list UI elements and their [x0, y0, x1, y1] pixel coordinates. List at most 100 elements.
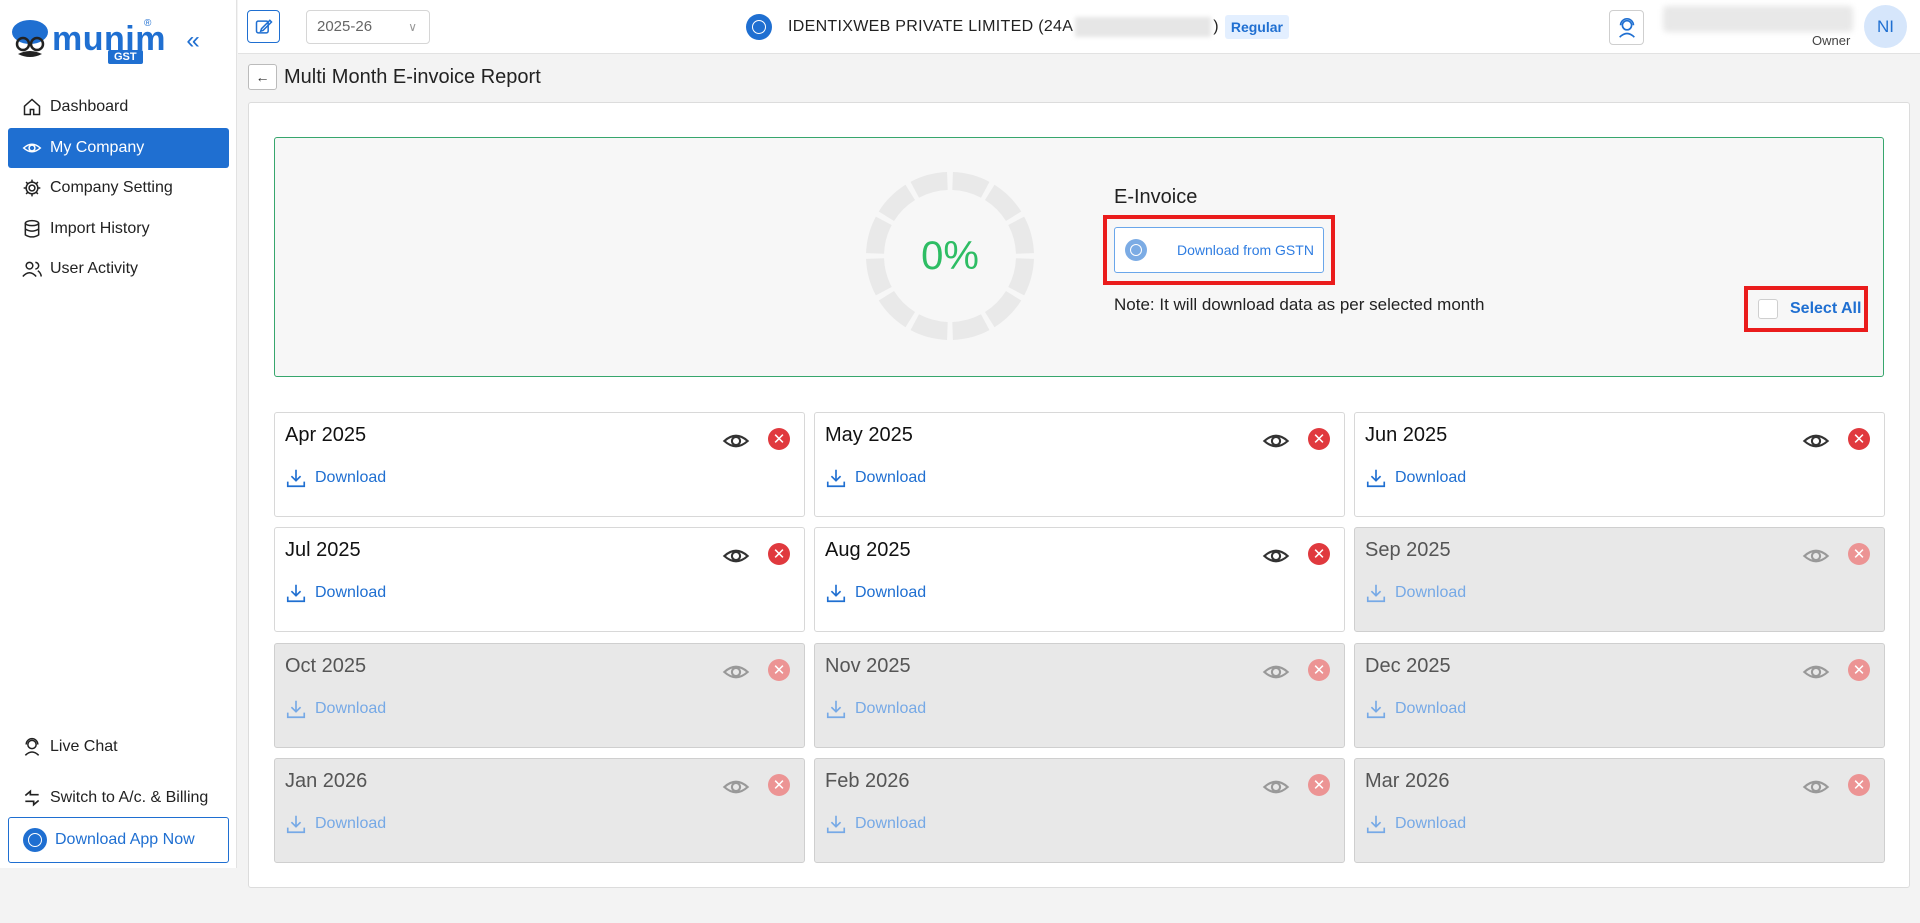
month-download-link[interactable]: Download	[825, 813, 926, 835]
sidebar-item-dashboard[interactable]: Dashboard	[8, 87, 229, 127]
month-download-link[interactable]: Download	[285, 813, 386, 835]
view-eye-icon[interactable]	[1802, 542, 1830, 570]
view-eye-icon[interactable]	[1802, 658, 1830, 686]
view-eye-icon[interactable]	[722, 427, 750, 455]
month-card: Aug 2025 ✕ Download	[814, 527, 1345, 632]
select-all-label: Select All	[1790, 300, 1862, 317]
sidebar-item-company-setting[interactable]: Company Setting	[8, 168, 229, 208]
remove-month-button[interactable]: ✕	[1308, 543, 1330, 565]
remove-month-button[interactable]: ✕	[1308, 774, 1330, 796]
remove-month-button[interactable]: ✕	[768, 774, 790, 796]
download-label: Download	[1395, 815, 1467, 832]
sidebar: munim GST ® « Dashboard My Company Compa…	[0, 0, 237, 868]
remove-month-button[interactable]: ✕	[768, 428, 790, 450]
remove-month-button[interactable]: ✕	[1308, 428, 1330, 450]
month-card: Jan 2026 ✕ Download	[274, 758, 805, 863]
month-download-link[interactable]: Download	[1365, 698, 1466, 720]
gst-logo-icon	[746, 14, 772, 40]
remove-month-button[interactable]: ✕	[1848, 543, 1870, 565]
view-eye-icon[interactable]	[1802, 773, 1830, 801]
back-button[interactable]: ←	[248, 64, 277, 90]
download-from-gstn-label: Download from GSTN	[1177, 242, 1314, 258]
month-name: Jun 2025	[1365, 424, 1448, 446]
download-app-label: Download App Now	[55, 831, 195, 848]
user-role: Owner	[1812, 33, 1851, 48]
month-card: Jun 2025 ✕ Download	[1354, 412, 1885, 517]
month-download-link[interactable]: Download	[1365, 467, 1466, 489]
view-eye-icon[interactable]	[1262, 658, 1290, 686]
live-chat-link[interactable]: Live Chat	[8, 722, 229, 772]
sidebar-item-label: Company Setting	[50, 179, 173, 196]
remove-month-button[interactable]: ✕	[1848, 659, 1870, 681]
switch-icon	[24, 789, 40, 806]
download-app-button[interactable]: Download App Now	[8, 817, 229, 863]
mascot-icon	[12, 20, 48, 57]
quick-edit-button[interactable]	[247, 10, 280, 43]
month-download-link[interactable]: Download	[825, 467, 926, 489]
view-eye-icon[interactable]	[722, 542, 750, 570]
einvoice-title: E-Invoice	[1114, 186, 1198, 208]
download-label: Download	[855, 584, 927, 601]
month-name: Dec 2025	[1365, 655, 1451, 677]
download-from-gstn-button[interactable]: Download from GSTN	[1114, 227, 1324, 273]
select-all-checkbox[interactable]	[1758, 299, 1778, 319]
company-name: IDENTIXWEB PRIVATE LIMITED (24A)	[788, 17, 1219, 37]
month-download-link[interactable]: Download	[1365, 582, 1466, 604]
month-download-link[interactable]: Download	[285, 467, 386, 489]
remove-month-button[interactable]: ✕	[768, 659, 790, 681]
gear-icon	[23, 179, 41, 197]
month-name: Nov 2025	[825, 655, 911, 677]
sidebar-item-import-history[interactable]: Import History	[8, 209, 229, 249]
remove-month-button[interactable]: ✕	[768, 543, 790, 565]
month-download-link[interactable]: Download	[285, 698, 386, 720]
view-eye-icon[interactable]	[1262, 427, 1290, 455]
sidebar-item-label: Import History	[50, 219, 150, 237]
headset-icon	[24, 737, 40, 756]
download-icon	[286, 815, 306, 834]
remove-month-button[interactable]: ✕	[1848, 774, 1870, 796]
download-icon	[826, 584, 846, 603]
registered-mark: ®	[144, 18, 152, 29]
gst-logo-icon	[1125, 239, 1147, 261]
month-name: Apr 2025	[285, 424, 367, 446]
download-label: Download	[855, 815, 927, 832]
munim-gst-logo[interactable]: munim GST ®	[10, 18, 165, 72]
collapse-sidebar-button[interactable]: «	[181, 29, 205, 54]
switch-billing-link[interactable]: Switch to A/c. & Billing	[8, 773, 229, 823]
avatar[interactable]: NI	[1864, 5, 1907, 48]
view-eye-icon[interactable]	[1262, 542, 1290, 570]
redacted-user-name	[1663, 6, 1853, 32]
download-label: Download	[855, 469, 927, 486]
progress-percent: 0%	[921, 233, 979, 278]
month-card: Nov 2025 ✕ Download	[814, 643, 1345, 748]
sidebar-item-my-company[interactable]: My Company	[8, 127, 229, 168]
month-download-link[interactable]: Download	[825, 698, 926, 720]
financial-year-select[interactable]: 2025-26 ∨	[306, 10, 430, 44]
sidebar-item-label: Switch to A/c. & Billing	[50, 788, 209, 806]
download-icon	[1366, 469, 1386, 488]
view-eye-icon[interactable]	[722, 773, 750, 801]
remove-month-button[interactable]: ✕	[1308, 659, 1330, 681]
view-eye-icon[interactable]	[722, 658, 750, 686]
support-button[interactable]	[1609, 10, 1644, 45]
download-icon	[286, 469, 306, 488]
page-title-row: ← Multi Month E-invoice Report	[248, 64, 541, 90]
view-eye-icon[interactable]	[1802, 427, 1830, 455]
download-label: Download	[1395, 469, 1467, 486]
users-icon	[22, 261, 42, 278]
download-note: Note: It will download data as per selec…	[1114, 295, 1485, 314]
company-info: IDENTIXWEB PRIVATE LIMITED (24A) Regular	[746, 14, 1289, 40]
month-download-link[interactable]: Download	[825, 582, 926, 604]
redacted-gstin	[1075, 17, 1212, 37]
download-icon	[826, 700, 846, 719]
sidebar-item-label: Dashboard	[50, 98, 129, 115]
month-card: Apr 2025 ✕ Download	[274, 412, 805, 517]
month-download-link[interactable]: Download	[285, 582, 386, 604]
month-download-link[interactable]: Download	[1365, 813, 1466, 835]
download-icon	[286, 584, 306, 603]
remove-month-button[interactable]: ✕	[1848, 428, 1870, 450]
sidebar-item-user-activity[interactable]: User Activity	[8, 249, 229, 289]
select-all-control[interactable]: Select All	[1746, 288, 1866, 330]
company-name-suffix: )	[1213, 18, 1219, 36]
view-eye-icon[interactable]	[1262, 773, 1290, 801]
